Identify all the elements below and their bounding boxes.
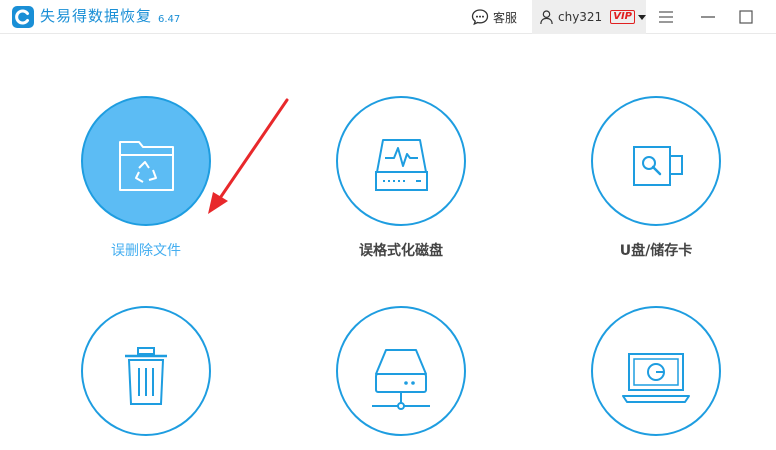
feature-circle[interactable] — [81, 306, 211, 436]
feature-label: 误删除文件 — [111, 243, 181, 259]
support-button[interactable]: 客服 — [471, 6, 517, 28]
feature-circle[interactable] — [81, 96, 211, 226]
feature-network-disk[interactable] — [336, 306, 466, 450]
user-account-menu[interactable]: chy321 VIP — [532, 0, 646, 34]
app-logo-icon — [12, 6, 34, 28]
feature-circle[interactable] — [591, 306, 721, 436]
vip-badge: VIP — [610, 10, 635, 24]
minimize-icon[interactable] — [698, 7, 718, 27]
maximize-icon[interactable] — [736, 7, 756, 27]
feature-label: U盘/储存卡 — [619, 243, 693, 259]
feature-usb-card[interactable]: U盘/储存卡 — [591, 96, 721, 260]
trash-bin-icon — [125, 347, 167, 405]
feature-circle[interactable] — [336, 306, 466, 436]
chat-bubble-icon — [471, 9, 489, 26]
feature-recycle-bin[interactable] — [81, 306, 211, 450]
folder-recycle-icon — [119, 141, 174, 191]
chevron-down-icon[interactable] — [638, 14, 646, 20]
app-version: 6.47 — [158, 14, 181, 25]
feature-circle[interactable] — [336, 96, 466, 226]
menu-icon[interactable] — [656, 7, 676, 27]
support-label: 客服 — [493, 10, 518, 25]
disk-pulse-icon — [375, 139, 428, 191]
app-title: 失易得数据恢复 — [40, 7, 153, 25]
feature-laptop[interactable] — [591, 306, 721, 450]
network-disk-icon — [372, 349, 430, 410]
username: chy321 — [557, 10, 603, 24]
laptop-icon — [622, 353, 690, 403]
user-icon — [540, 10, 553, 25]
feature-formatted-disk[interactable]: 误格式化磁盘 — [336, 96, 466, 260]
title-bar: 失易得数据恢复 6.47 客服 chy321 VIP — [0, 0, 776, 34]
feature-label: 误格式化磁盘 — [359, 243, 443, 259]
feature-deleted-files[interactable]: 误删除文件 — [81, 96, 211, 260]
feature-circle[interactable] — [591, 96, 721, 226]
usb-drive-icon — [633, 146, 683, 186]
